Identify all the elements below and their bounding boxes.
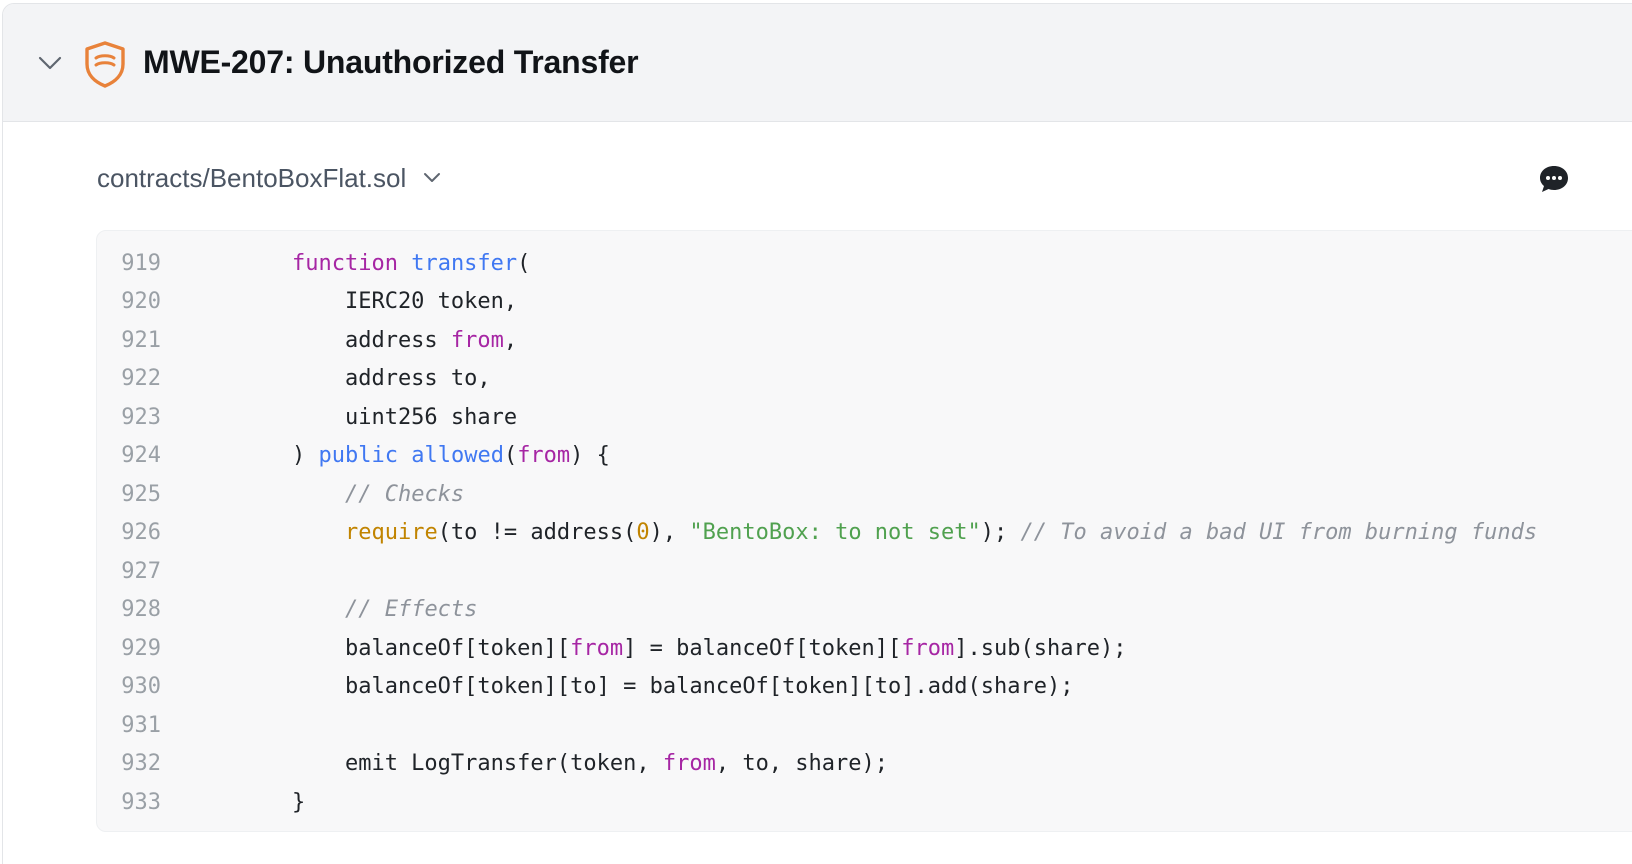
code-token: ) — [239, 443, 319, 469]
file-dropdown-button[interactable] — [420, 166, 444, 190]
code-text: balanceOf[token][to] = balanceOf[token][… — [161, 674, 1074, 700]
code-token: from — [517, 443, 571, 469]
code-token: ), — [649, 520, 690, 546]
code-text: } — [161, 790, 305, 815]
line-number: 919 — [121, 250, 161, 276]
code-text: IERC20 token, — [161, 289, 517, 314]
code-line: 927 — [97, 552, 1632, 591]
code-token: // Checks — [344, 481, 465, 507]
file-selector[interactable]: contracts/BentoBoxFlat.sol — [97, 156, 444, 200]
issue-title: MWE-207: Unauthorized Transfer — [143, 44, 639, 80]
code-line: 929 balanceOf[token][from] = balanceOf[t… — [97, 629, 1632, 668]
code-token: address to, — [239, 366, 491, 392]
code-token: from — [901, 635, 955, 661]
code-token: allowed — [411, 443, 504, 469]
line-number: 924 — [121, 443, 161, 469]
code-token: ] = balanceOf[token][ — [623, 635, 902, 661]
code-line: 932 emit LogTransfer(token, from, to, sh… — [97, 745, 1632, 784]
code-token: function — [291, 250, 398, 276]
code-token: } — [239, 789, 306, 815]
code-token: address — [239, 327, 451, 353]
line-number: 921 — [121, 327, 161, 353]
line-number: 931 — [121, 712, 161, 738]
code-token: public — [318, 443, 398, 469]
code-line: 931 — [97, 706, 1632, 745]
code-token: ].sub(share); — [954, 635, 1127, 661]
comment-bubble-icon[interactable] — [1538, 164, 1570, 194]
code-line: 919 function transfer( — [97, 244, 1632, 283]
code-token: // To avoid a bad UI from burning funds — [1020, 520, 1538, 546]
code-token: ); — [980, 520, 1021, 546]
code-token: ( — [503, 443, 518, 469]
code-token: uint256 share — [239, 404, 518, 430]
code-line: 928 // Effects — [97, 591, 1632, 630]
code-text: uint256 share — [161, 405, 517, 430]
line-number: 920 — [121, 289, 161, 315]
file-name: contracts/BentoBoxFlat.sol — [97, 163, 407, 193]
code-token: ) { — [570, 443, 610, 469]
code-token: from — [662, 751, 716, 777]
line-number: 930 — [121, 674, 161, 700]
line-number: 923 — [121, 404, 161, 430]
code-text: balanceOf[token][from] = balanceOf[token… — [161, 635, 1127, 661]
code-line: 925 // Checks — [97, 475, 1632, 514]
code-token: emit LogTransfer(token, — [239, 751, 663, 777]
line-number: 922 — [121, 366, 161, 392]
chevron-down-icon — [424, 173, 441, 182]
code-line: 924 ) public allowed(from) { — [97, 437, 1632, 476]
code-line: 933 } — [97, 783, 1632, 822]
code-line: 923 uint256 share — [97, 398, 1632, 437]
code-text: ) public allowed(from) { — [161, 443, 610, 468]
code-lines: 919 function transfer(920 IERC20 token, 9… — [97, 244, 1632, 822]
code-token: IERC20 token, — [239, 289, 518, 315]
code-token: (to != address( — [437, 520, 637, 546]
code-token: from — [570, 635, 624, 661]
shield-icon — [85, 41, 125, 88]
code-line: 921 address from, — [97, 321, 1632, 360]
code-token: transfer — [411, 250, 518, 276]
code-token: "BentoBox: to not set" — [689, 520, 981, 546]
line-number: 926 — [121, 520, 161, 546]
code-token: // Effects — [344, 597, 478, 623]
line-number: 933 — [121, 789, 161, 815]
issue-panel: MWE-207: Unauthorized Transfer contracts… — [2, 3, 1632, 864]
code-text: function transfer( — [161, 251, 530, 276]
line-number: 932 — [121, 751, 161, 777]
code-text: address to, — [161, 366, 491, 391]
code-line: 920 IERC20 token, — [97, 283, 1632, 322]
code-text: address from, — [161, 328, 517, 353]
code-token: require — [344, 520, 438, 546]
code-token: , to, share); — [715, 751, 889, 777]
code-token: , — [503, 327, 518, 353]
code-text: require(to != address(0), "BentoBox: to … — [161, 520, 1537, 545]
code-token: 0 — [636, 520, 650, 546]
code-text: // Effects — [161, 597, 477, 622]
line-number: 928 — [121, 597, 161, 623]
code-line: 922 address to, — [97, 360, 1632, 399]
code-line: 930 balanceOf[token][to] = balanceOf[tok… — [97, 668, 1632, 707]
issue-header[interactable]: MWE-207: Unauthorized Transfer — [3, 4, 1632, 122]
code-text: emit LogTransfer(token, from, to, share)… — [161, 751, 888, 776]
line-number: 927 — [121, 558, 161, 584]
code-token: balanceOf[token][to] = balanceOf[token][… — [239, 674, 1074, 700]
line-number: 929 — [121, 635, 161, 661]
code-token: from — [450, 327, 504, 353]
code-token: ( — [517, 250, 531, 276]
code-token: balanceOf[token][ — [239, 635, 571, 661]
chevron-down-icon — [38, 56, 62, 70]
code-text: // Checks — [161, 482, 464, 507]
code-line: 926 require(to != address(0), "BentoBox:… — [97, 514, 1632, 553]
code-viewer: 919 function transfer(920 IERC20 token, 9… — [96, 230, 1632, 832]
collapse-toggle-button[interactable] — [35, 48, 65, 78]
line-number: 925 — [121, 481, 161, 507]
